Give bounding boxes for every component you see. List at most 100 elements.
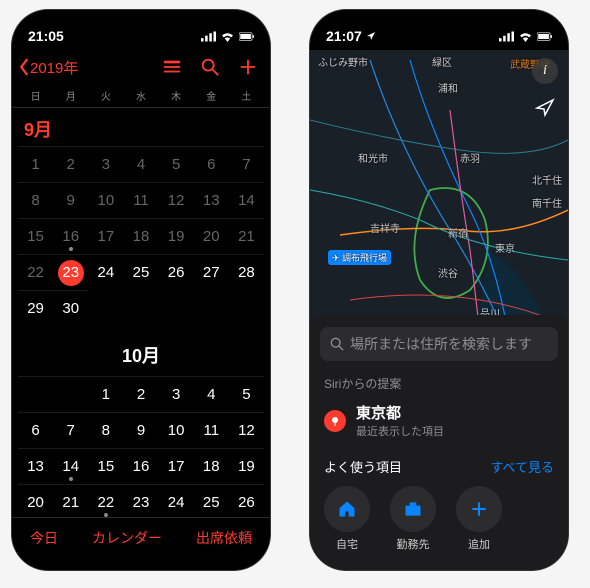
calendar-day[interactable]: 6 [194,146,229,182]
calendar-day[interactable]: 10 [88,182,123,218]
back-button[interactable]: 2019年 [18,57,78,78]
calendar-day [18,376,53,412]
calendar-day[interactable]: 25 [123,254,158,290]
calendar-day[interactable]: 21 [53,484,88,520]
info-button[interactable]: i [532,58,558,84]
calendar-day[interactable]: 1 [18,146,53,182]
inbox-button[interactable]: 出席依頼 [196,528,252,548]
month-grid-sep: 1234567891011121314151617181920212223242… [12,146,270,326]
weekday: 日 [18,84,53,107]
calendar-day[interactable]: 9 [53,182,88,218]
favorite-home[interactable]: 自宅 [324,486,370,552]
suggestion-subtitle: 最近表示した項目 [356,423,444,439]
calendar-day[interactable]: 30 [53,290,88,326]
bottom-sheet[interactable]: 場所または住所を検索します Siriからの提案 東京都 最近表示した項目 よく使… [310,315,568,570]
map-label: 浦和 [438,80,458,95]
calendar-day[interactable]: 23 [53,254,88,290]
calendar-day[interactable]: 17 [159,448,194,484]
calendar-day[interactable]: 16 [123,448,158,484]
calendar-day[interactable]: 6 [18,412,53,448]
see-all-button[interactable]: すべて見る [490,457,554,476]
home-icon [324,486,370,532]
weekday: 水 [123,84,158,107]
calendar-day[interactable]: 26 [159,254,194,290]
add-event-icon[interactable] [238,57,258,77]
calendar-day[interactable]: 19 [159,218,194,254]
calendar-day[interactable]: 5 [159,146,194,182]
calendar-day[interactable]: 7 [229,146,264,182]
calendar-day[interactable]: 15 [88,448,123,484]
calendar-scroll[interactable]: 9月 1234567891011121314151617181920212223… [12,108,270,520]
calendar-day[interactable]: 7 [53,412,88,448]
favorite-label: 自宅 [336,536,358,552]
map-label: 緑区 [432,54,452,69]
map-label: 南千住 [532,195,562,210]
calendar-day[interactable]: 29 [18,290,53,326]
locate-button[interactable] [532,94,558,120]
calendar-day[interactable]: 14 [53,448,88,484]
month-label-oct: 10月 [12,326,270,376]
calendar-day[interactable]: 22 [18,254,53,290]
map-label: 渋谷 [438,265,458,280]
calendar-day[interactable]: 26 [229,484,264,520]
favorites-row: 自宅 勤務先追加 [310,480,568,570]
calendar-day[interactable]: 21 [229,218,264,254]
calendar-day[interactable]: 20 [194,218,229,254]
siri-suggestion[interactable]: 東京都 最近表示した項目 [310,398,568,449]
list-view-icon[interactable] [162,57,182,77]
calendar-day[interactable]: 17 [88,218,123,254]
calendar-day[interactable]: 24 [159,484,194,520]
calendar-day[interactable]: 1 [88,376,123,412]
wifi-icon [518,31,533,42]
work-icon [390,486,436,532]
calendar-day[interactable]: 10 [159,412,194,448]
weekday: 金 [194,84,229,107]
calendar-day [53,376,88,412]
calendar-day[interactable]: 8 [18,182,53,218]
calendar-day[interactable]: 22 [88,484,123,520]
cellular-icon [201,31,216,42]
calendar-day[interactable]: 5 [229,376,264,412]
calendar-day[interactable]: 18 [123,218,158,254]
calendar-day[interactable]: 3 [88,146,123,182]
calendar-day[interactable]: 13 [18,448,53,484]
calendar-day[interactable]: 12 [229,412,264,448]
favorites-header: よく使う項目 すべて見る [310,449,568,480]
calendar-day[interactable]: 19 [229,448,264,484]
calendar-day[interactable]: 15 [18,218,53,254]
calendar-day[interactable]: 4 [194,376,229,412]
status-indicators [201,31,254,42]
calendar-day[interactable]: 12 [159,182,194,218]
calendar-day[interactable]: 14 [229,182,264,218]
calendar-day[interactable]: 16 [53,218,88,254]
search-input[interactable]: 場所または住所を検索します [320,327,558,361]
calendar-day[interactable]: 23 [123,484,158,520]
calendar-day[interactable]: 11 [123,182,158,218]
favorite-add[interactable]: 追加 [456,486,502,552]
suggestion-title: 東京都 [356,402,444,423]
today-button[interactable]: 今日 [30,528,58,548]
calendar-day[interactable]: 13 [194,182,229,218]
favorite-work[interactable]: 勤務先 [390,486,436,552]
calendar-day[interactable]: 11 [194,412,229,448]
weekday: 土 [229,84,264,107]
calendar-phone: 21:05 2019年 日月火水木金土 9月 12345678910111213… [12,10,270,570]
location-arrow-icon [366,31,376,41]
calendars-button[interactable]: カレンダー [92,528,162,548]
calendar-day[interactable]: 25 [194,484,229,520]
calendar-day[interactable]: 9 [123,412,158,448]
calendar-day[interactable]: 27 [194,254,229,290]
calendar-day[interactable]: 8 [88,412,123,448]
search-icon[interactable] [200,57,220,77]
status-bar: 21:07 [310,10,568,50]
calendar-day[interactable]: 28 [229,254,264,290]
calendar-day[interactable]: 2 [53,146,88,182]
calendar-day[interactable]: 4 [123,146,158,182]
calendar-day[interactable]: 24 [88,254,123,290]
calendar-day[interactable]: 2 [123,376,158,412]
siri-section-label: Siriからの提案 [310,365,568,398]
calendar-day[interactable]: 20 [18,484,53,520]
location-arrow-icon [535,97,555,117]
calendar-day[interactable]: 3 [159,376,194,412]
calendar-day[interactable]: 18 [194,448,229,484]
